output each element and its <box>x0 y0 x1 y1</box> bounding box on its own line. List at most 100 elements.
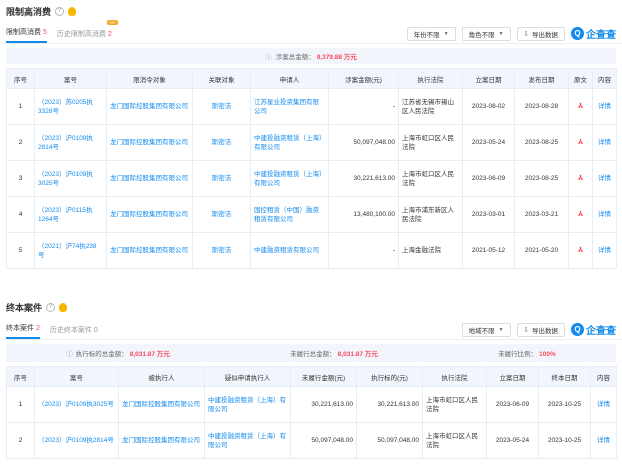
court: 上海市虹口区人民法院 <box>422 422 487 459</box>
dropdown-label: 年份不限 <box>413 31 440 39</box>
case-number-link[interactable]: （2023）沪0109执2814号 <box>34 422 119 459</box>
help-icon[interactable]: ? <box>55 6 65 16</box>
filed-date: 2023-06-09 <box>462 160 515 197</box>
summary-label: 未履行比例： <box>498 351 538 358</box>
court: 上海市虹口区人民法院 <box>422 386 487 423</box>
row-number: 4 <box>6 196 35 233</box>
applicant-link[interactable]: 中建融资租赁有限公司 <box>250 232 329 269</box>
applicant-link[interactable]: 中建投融资租赁（上海）有限公司 <box>250 124 329 161</box>
restriction-section: 限制高消费 ? 限制高消费 5 历史限制高消费 2 VIP 年份不限 ▼ 角色不限… <box>0 0 622 269</box>
summary-label: 涉案总金额： <box>275 54 315 61</box>
target-amount: 30,221,613.00 <box>356 386 423 423</box>
tab-terminated[interactable]: 终本案件 2 <box>6 323 40 339</box>
debtor-link[interactable]: 龙门国际控股集团有限公司 <box>118 386 205 423</box>
info-icon: ⓘ <box>265 54 272 61</box>
target-company-link[interactable]: 龙门国际控股集团有限公司 <box>106 196 193 233</box>
pdf-cell: ⅄ <box>568 232 593 269</box>
pdf-icon[interactable]: ⅄ <box>578 103 583 110</box>
detail-link[interactable]: 详情 <box>592 124 617 161</box>
pdf-cell: ⅄ <box>568 88 593 125</box>
table-row: 4 （2023）沪0115执1264号 龙门国际控股集团有限公司 斯密洁 国控租… <box>6 196 617 233</box>
column-header: 申请人 <box>250 68 329 89</box>
table-header: 序号 案号 被执行人 疑似申请执行人 未履行金额(元) 执行标的(元) 执行法院… <box>6 366 617 387</box>
region-filter-dropdown[interactable]: 地域不限 ▼ <box>461 322 511 337</box>
role-filter-dropdown[interactable]: 角色不限 ▼ <box>461 26 511 41</box>
court: 上海市虹口区人民法院 <box>398 160 463 197</box>
case-number-link[interactable]: （2023）沪0115执1264号 <box>34 196 107 233</box>
applicant-link[interactable]: 国控租赁（中国）融资租赁有限公司 <box>250 196 329 233</box>
case-number-link[interactable]: （2021）沪74执238号 <box>34 232 107 269</box>
applicant-link[interactable]: 中建投融资租赁（上海）有限公司 <box>250 160 329 197</box>
court: 上海金融法院 <box>398 232 463 269</box>
vip-badge: VIP <box>107 20 118 25</box>
case-number-link[interactable]: （2023）沪0109执3025号 <box>34 160 107 197</box>
column-header[interactable]: 执行标的(元) <box>356 366 423 387</box>
summary-label: 执行标的总金额： <box>75 351 128 358</box>
filed-date: 2023-03-01 <box>462 196 515 233</box>
applicant-link[interactable]: 中建投融资租赁（上海）有限公司 <box>204 386 291 423</box>
logo-text: 企查查 <box>586 30 616 41</box>
case-number-link[interactable]: （2023）沪0109执3025号 <box>34 386 119 423</box>
row-number: 1 <box>6 386 35 423</box>
applicant-link[interactable]: 中建投融资租赁（上海）有限公司 <box>204 422 291 459</box>
brand-logo: Q 企查查 <box>571 322 616 337</box>
target-company-link[interactable]: 龙门国际控股集团有限公司 <box>106 88 193 125</box>
detail-link[interactable]: 详情 <box>592 88 617 125</box>
amount: 13,480,100.00 <box>328 196 399 233</box>
row-number: 5 <box>6 232 35 269</box>
download-icon: ⇩ <box>523 30 529 38</box>
pdf-icon[interactable]: ⅄ <box>578 139 583 146</box>
related-person-link[interactable]: 斯密洁 <box>192 196 251 233</box>
column-header: 原文 <box>568 68 593 89</box>
tab-label: 限制高消费 <box>6 29 41 36</box>
column-header: 执行法院 <box>398 68 463 89</box>
case-number-link[interactable]: （2023）苏0205执3328号 <box>34 88 107 125</box>
column-header: 内容 <box>590 366 617 387</box>
column-header: 序号 <box>6 366 35 387</box>
detail-link[interactable]: 详情 <box>590 386 617 423</box>
table-row: 2 （2023）沪0109执2814号 龙门国际控股集团有限公司 中建投融资租赁… <box>6 422 617 459</box>
end-date: 2023-10-25 <box>538 422 591 459</box>
info-icon: ⓘ <box>66 351 73 358</box>
year-filter-dropdown[interactable]: 年份不限 ▼ <box>406 26 456 41</box>
published-date: 2021-05-20 <box>514 232 569 269</box>
amount-summary: ⓘ 涉案总金额： 9,379.88 万元 <box>6 48 616 64</box>
detail-link[interactable]: 详情 <box>592 196 617 233</box>
tab-history-terminated[interactable]: 历史终本案件 0 <box>50 325 98 339</box>
end-date: 2023-10-25 <box>538 386 591 423</box>
target-company-link[interactable]: 龙门国际控股集团有限公司 <box>106 124 193 161</box>
column-header[interactable]: 涉案金额(元) <box>328 68 399 89</box>
detail-link[interactable]: 详情 <box>592 160 617 197</box>
summary-value: 8,031.87 万元 <box>337 351 378 358</box>
tab-restriction[interactable]: 限制高消费 5 <box>6 27 47 43</box>
debtor-link[interactable]: 龙门国际控股集团有限公司 <box>118 422 205 459</box>
pdf-cell: ⅄ <box>568 196 593 233</box>
related-person-link[interactable]: 斯密洁 <box>192 232 251 269</box>
pdf-icon[interactable]: ⅄ <box>578 211 583 218</box>
table-row: 3 （2023）沪0109执3025号 龙门国际控股集团有限公司 斯密洁 中建投… <box>6 160 617 197</box>
target-company-link[interactable]: 龙门国际控股集团有限公司 <box>106 160 193 197</box>
target-company-link[interactable]: 龙门国际控股集团有限公司 <box>106 232 193 269</box>
applicant-link[interactable]: 江苏星业投资集团有限公司 <box>250 88 329 125</box>
export-button[interactable]: ⇩ 导出数据 <box>516 322 565 337</box>
related-person-link[interactable]: 斯密洁 <box>192 124 251 161</box>
section-title: 限制高消费 <box>6 6 52 17</box>
column-header[interactable]: 发布日期 <box>514 68 569 89</box>
tab-count: 5 <box>42 29 47 36</box>
tab-history-restriction[interactable]: 历史限制高消费 2 VIP <box>57 20 118 43</box>
column-header[interactable]: 终本日期 <box>538 366 591 387</box>
pdf-icon[interactable]: ⅄ <box>578 175 583 182</box>
related-person-link[interactable]: 斯密洁 <box>192 160 251 197</box>
detail-link[interactable]: 详情 <box>592 232 617 269</box>
tab-count: 2 <box>107 31 112 38</box>
help-icon[interactable]: ? <box>46 302 56 312</box>
case-number-link[interactable]: （2023）沪0109执2814号 <box>34 124 107 161</box>
dropdown-label: 地域不限 <box>468 327 495 335</box>
detail-link[interactable]: 详情 <box>590 422 617 459</box>
export-button[interactable]: ⇩ 导出数据 <box>516 26 565 41</box>
pdf-icon[interactable]: ⅄ <box>578 247 583 254</box>
column-header[interactable]: 立案日期 <box>486 366 539 387</box>
related-person-link[interactable]: 斯密洁 <box>192 88 251 125</box>
column-header[interactable]: 未履行金额(元) <box>290 366 357 387</box>
column-header[interactable]: 立案日期 <box>462 68 515 89</box>
